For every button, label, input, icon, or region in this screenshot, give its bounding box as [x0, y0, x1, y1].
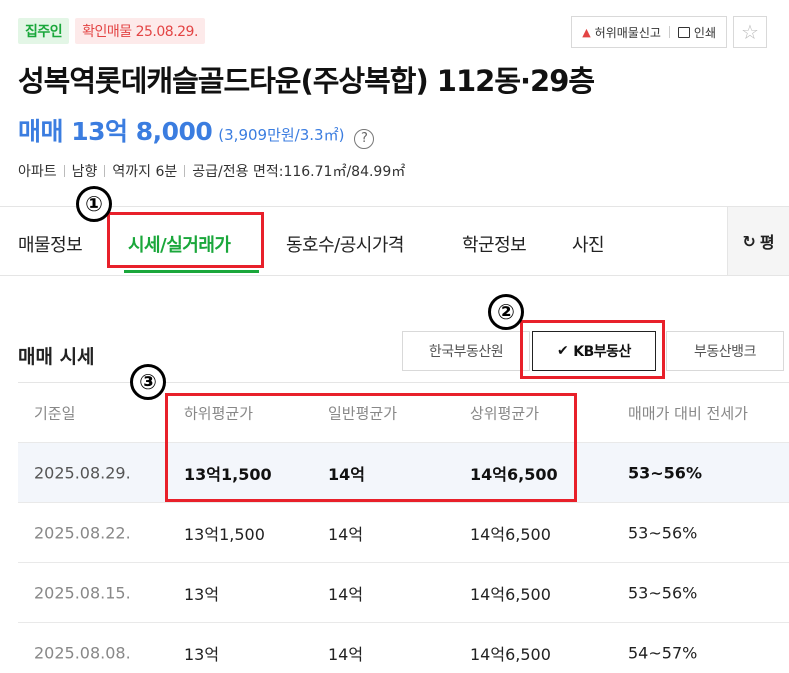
- source-reb-button[interactable]: 한국부동산원: [402, 331, 530, 371]
- price-per-area: (3,909만원/3.3㎡): [218, 126, 345, 144]
- divider: [63, 165, 65, 177]
- source-reb-label: 한국부동산원: [428, 344, 504, 360]
- table-row: 2025.08.29. 13억1,500 14억 14억6,500 53~56%: [18, 442, 789, 502]
- tab-school-info[interactable]: 학군정보: [462, 231, 527, 257]
- cell-jeonse-ratio: 53~56%: [628, 463, 702, 482]
- badge-row: 집주인 확인매물 25.08.29.: [18, 18, 205, 44]
- printer-icon: [677, 26, 690, 38]
- cell-jeonse-ratio: 53~56%: [628, 523, 698, 542]
- report-button[interactable]: ▲ 허위매물신고: [582, 24, 661, 41]
- header-low-avg: 하위평균가: [184, 404, 254, 422]
- cell-high-avg: 14억6,500: [470, 524, 551, 544]
- siren-icon: ▲: [582, 25, 591, 39]
- header-general-avg: 일반평균가: [328, 404, 398, 422]
- info-station: 역까지 6분: [112, 164, 178, 180]
- print-button[interactable]: 인쇄: [677, 24, 716, 41]
- header-date: 기준일: [34, 404, 76, 422]
- cell-low-avg: 13억: [184, 644, 220, 664]
- cell-low-avg: 13억: [184, 584, 220, 604]
- annotation-number-1: ①: [76, 186, 112, 222]
- source-kb-button[interactable]: ✔ KB부동산: [532, 331, 656, 371]
- refresh-icon: ↻: [742, 231, 756, 251]
- header-jeonse-ratio: 매매가 대비 전세가: [628, 404, 748, 422]
- annotation-number-3: ③: [130, 364, 166, 400]
- source-bank-button[interactable]: 부동산뱅크: [666, 331, 784, 371]
- cell-date: 2025.08.29.: [34, 463, 131, 482]
- sale-price: 매매 13억 8,000: [18, 117, 213, 146]
- section-title: 매매 시세: [18, 346, 95, 368]
- cell-date: 2025.08.22.: [34, 523, 131, 542]
- cell-low-avg: 13억1,500: [184, 524, 265, 544]
- cell-high-avg: 14억6,500: [470, 464, 558, 484]
- cell-high-avg: 14억6,500: [470, 644, 551, 664]
- area-unit-label: 평: [759, 233, 775, 252]
- top-actions: ▲ 허위매물신고 인쇄: [571, 16, 727, 48]
- cell-low-avg: 13억1,500: [184, 464, 272, 484]
- cell-jeonse-ratio: 53~56%: [628, 583, 698, 602]
- area-unit-toggle[interactable]: ↻ 평: [727, 207, 789, 275]
- active-tab-indicator: [124, 270, 259, 273]
- cell-general-avg: 14억: [328, 644, 364, 664]
- tab-bar: 매물정보 시세/실거래가 동호수/공시가격 학군정보 사진: [0, 206, 789, 276]
- tab-market-price[interactable]: 시세/실거래가: [128, 231, 231, 257]
- tab-listing-info[interactable]: 매물정보: [18, 231, 83, 257]
- divider: [104, 165, 106, 177]
- divider: [668, 26, 670, 38]
- cell-high-avg: 14억6,500: [470, 584, 551, 604]
- price-row: 매매 13억 8,000 (3,909만원/3.3㎡) ?: [18, 112, 375, 149]
- print-label: 인쇄: [693, 25, 716, 40]
- annotation-number-2: ②: [488, 294, 524, 330]
- owner-badge: 집주인: [18, 18, 70, 44]
- property-info: 아파트 남향 역까지 6분 공급/전용 면적:116.71㎡/84.99㎡: [18, 161, 405, 181]
- verified-badge: 확인매물 25.08.29.: [75, 18, 205, 44]
- favorite-button[interactable]: ☆: [733, 16, 767, 48]
- source-bank-label: 부동산뱅크: [694, 344, 756, 360]
- tab-photos[interactable]: 사진: [572, 231, 605, 257]
- table-row: 2025.08.22. 13억1,500 14억 14억6,500 53~56%: [18, 502, 789, 562]
- cell-general-avg: 14억: [328, 464, 365, 484]
- cell-general-avg: 14억: [328, 524, 364, 544]
- divider: [184, 165, 186, 177]
- source-kb-label: KB부동산: [573, 344, 631, 360]
- header-high-avg: 상위평균가: [470, 404, 540, 422]
- table-row: 2025.08.08. 13억 14억 14억6,500 54~57%: [18, 622, 789, 673]
- star-icon: ☆: [741, 20, 759, 44]
- cell-jeonse-ratio: 54~57%: [628, 643, 698, 662]
- info-direction: 남향: [71, 164, 98, 180]
- info-type: 아파트: [18, 164, 57, 180]
- page-title: 성복역롯데캐슬골드타운(주상복합) 112동·29층: [18, 64, 595, 98]
- table-row: 2025.08.15. 13억 14억 14억6,500 53~56%: [18, 562, 789, 622]
- price-table: 기준일 하위평균가 일반평균가 상위평균가 매매가 대비 전세가 2025.08…: [18, 382, 789, 673]
- cell-date: 2025.08.08.: [34, 643, 131, 662]
- tab-unit-official-price[interactable]: 동호수/공시가격: [286, 231, 404, 257]
- report-label: 허위매물신고: [594, 25, 661, 40]
- help-icon[interactable]: ?: [354, 128, 375, 149]
- cell-date: 2025.08.15.: [34, 583, 131, 602]
- cell-general-avg: 14억: [328, 584, 364, 604]
- info-area: 공급/전용 면적:116.71㎡/84.99㎡: [192, 164, 406, 180]
- check-icon: ✔: [557, 343, 569, 359]
